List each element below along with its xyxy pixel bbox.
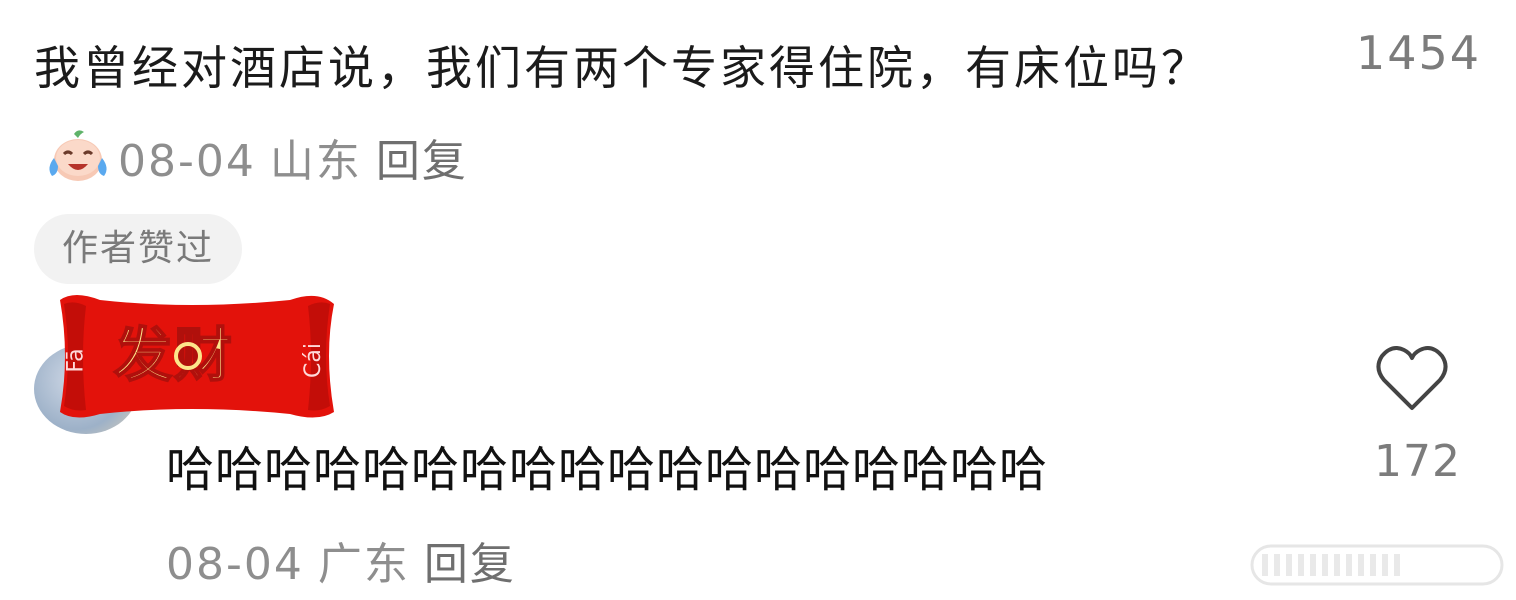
heart-icon[interactable] bbox=[1374, 344, 1450, 414]
comment-2-reply-button[interactable]: 回复 bbox=[424, 539, 516, 590]
comment-2-meta: 08-04 广东 回复 bbox=[166, 528, 516, 592]
comment-2-location: 广东 bbox=[317, 539, 410, 590]
fortune-banner-sticker: Fā 发财 Cái bbox=[50, 290, 344, 420]
comment-2-date: 08-04 bbox=[166, 539, 304, 590]
comment-2-like-count[interactable]: 172 bbox=[1374, 436, 1461, 487]
comment-2-text: 哈哈哈哈哈哈哈哈哈哈哈哈哈哈哈哈哈哈 bbox=[166, 442, 1049, 498]
author-liked-badge: 作者赞过 bbox=[34, 214, 243, 284]
comment-1-location: 山东 bbox=[269, 136, 362, 187]
comment-1-reply-button[interactable]: 回复 bbox=[376, 136, 468, 187]
comment-1-text: 我曾经对酒店说，我们有两个专家得住院，有床位吗？ bbox=[34, 41, 1210, 95]
banner-pinyin-left: Fā bbox=[63, 348, 89, 373]
banner-ornament-icon bbox=[174, 342, 202, 370]
watermark-logo bbox=[1248, 540, 1506, 590]
comment-1-body: 我曾经对酒店说，我们有两个专家得住院，有床位吗？ 08-04 山东 回复 bbox=[34, 22, 1274, 208]
comment-1-meta: 08-04 山东 回复 bbox=[118, 136, 468, 187]
banner-pinyin-right: Cái bbox=[300, 343, 326, 378]
crying-laughing-emoji-icon bbox=[44, 122, 112, 181]
comment-1-date: 08-04 bbox=[118, 136, 256, 187]
comment-1-like-count[interactable]: 1454 bbox=[1356, 26, 1481, 80]
